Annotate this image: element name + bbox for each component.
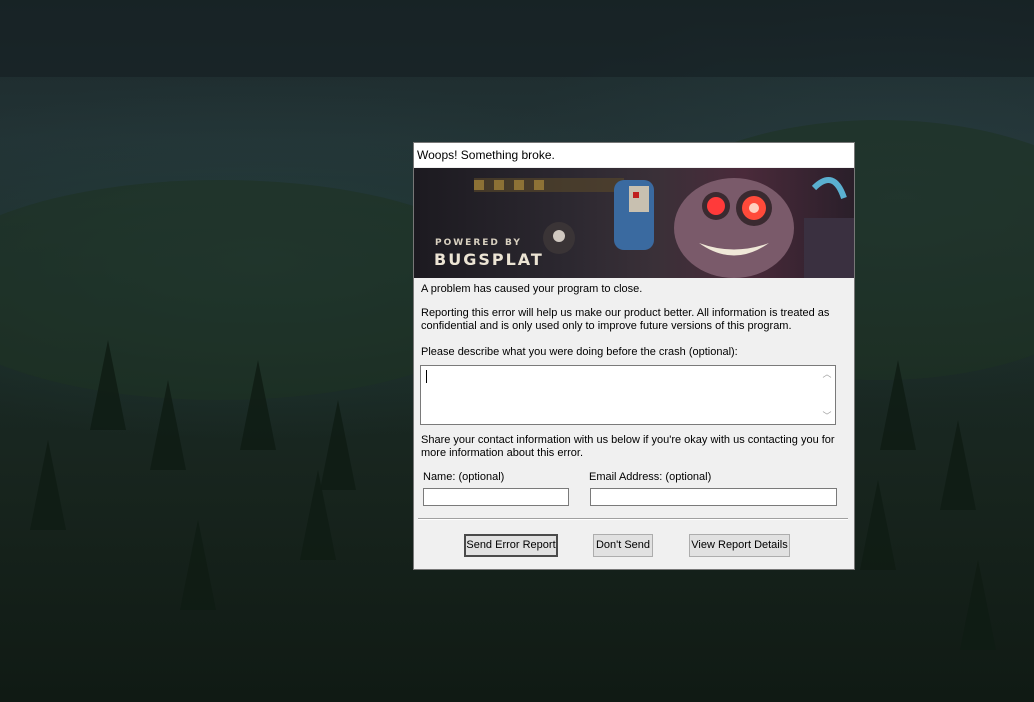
scroll-up-arrow-icon[interactable]: ︿	[822, 369, 832, 379]
dont-send-button[interactable]: Don't Send	[593, 534, 653, 557]
background-tree	[90, 340, 126, 430]
separator	[418, 518, 848, 520]
name-label: Name: (optional)	[423, 471, 505, 483]
crash-report-dialog: Woops! Something broke. POWERED BY BUGSP…	[414, 143, 854, 569]
intro-text: A problem has caused your program to clo…	[421, 283, 643, 295]
crash-description-textarea[interactable]: ︿ ﹀	[420, 365, 836, 425]
bugsplat-banner: POWERED BY BUGSPLAT	[414, 168, 854, 278]
view-report-details-button[interactable]: View Report Details	[689, 534, 790, 557]
background-tree	[30, 440, 66, 530]
background-tree	[860, 480, 896, 570]
scroll-down-arrow-icon[interactable]: ﹀	[822, 411, 832, 421]
background-tree	[300, 470, 336, 560]
background-tree	[180, 520, 216, 610]
background-tree	[940, 420, 976, 510]
send-error-report-button[interactable]: Send Error Report	[464, 534, 558, 557]
background-tree	[150, 380, 186, 470]
bugsplat-logo: BUGSPLAT	[434, 250, 544, 269]
email-field[interactable]	[590, 488, 837, 506]
describe-label: Please describe what you were doing befo…	[421, 346, 738, 358]
email-label: Email Address: (optional)	[589, 471, 712, 483]
background-tree	[880, 360, 916, 450]
background-tree	[240, 360, 276, 450]
reporting-note: Reporting this error will help us make o…	[421, 307, 830, 332]
text-caret	[426, 370, 427, 383]
contact-note: Share your contact information with us b…	[421, 434, 835, 459]
background-top-band	[0, 0, 1034, 77]
dialog-title: Woops! Something broke.	[414, 143, 854, 167]
background-tree	[960, 560, 996, 650]
name-field[interactable]	[423, 488, 569, 506]
powered-by-label: POWERED BY	[435, 238, 522, 248]
